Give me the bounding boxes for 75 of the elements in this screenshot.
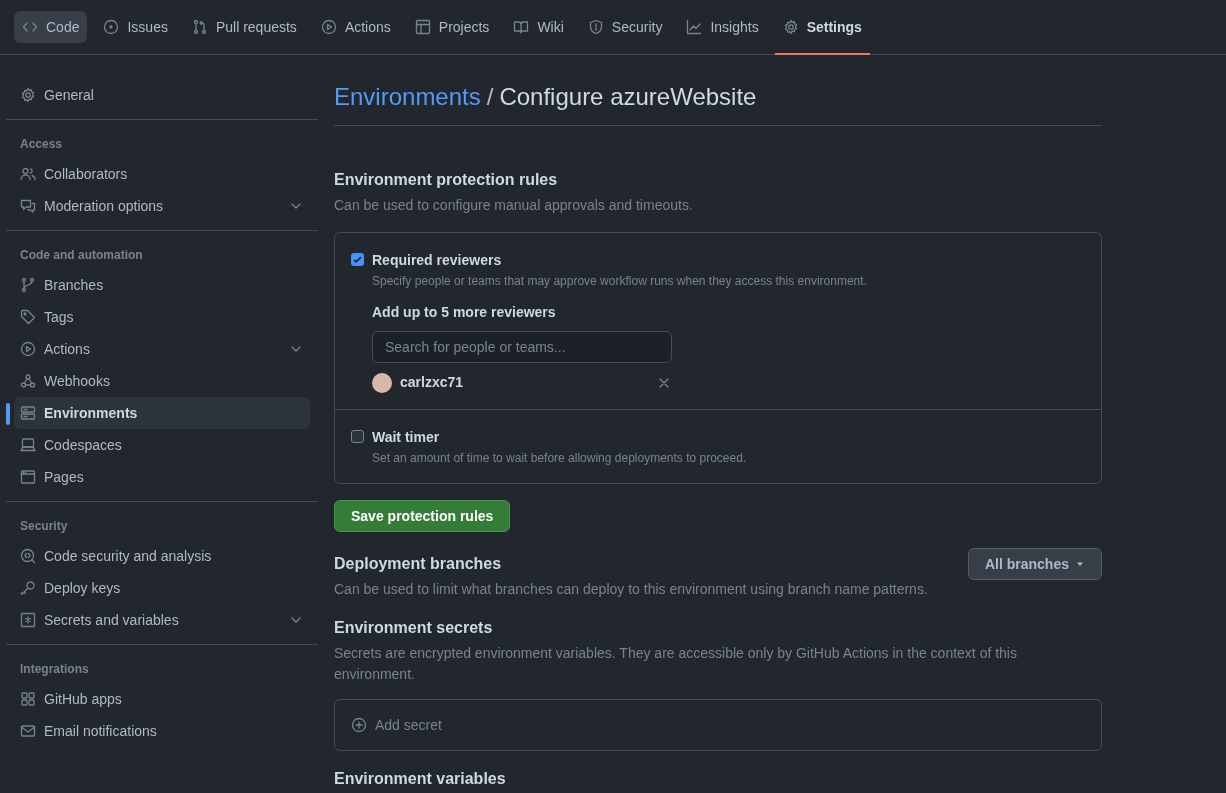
table-icon (414, 19, 431, 35)
shield-icon (587, 19, 604, 35)
section-description: Can be used to limit what branches can deploy to this environment using branch name patterns. (334, 580, 928, 599)
laptop-icon (20, 437, 36, 453)
circle-dot-icon (103, 19, 120, 35)
section-heading: Security (19, 518, 69, 535)
checkbox[interactable] (351, 253, 364, 266)
branches-dropdown[interactable]: All branches (967, 548, 1102, 580)
nav-tab[interactable]: Security (579, 11, 671, 43)
rule-description: Specify people or teams that may approve workflow runs when they access this environment. (372, 273, 868, 290)
sidebar-item[interactable]: Actions (14, 333, 310, 365)
sidebar-item[interactable]: General (14, 79, 310, 111)
search-field[interactable]: Search for people or teams... (372, 331, 672, 363)
sidebar-item[interactable]: GitHub apps (14, 683, 310, 715)
add-secret-button[interactable]: Add secret (334, 699, 1102, 751)
reviewer-name: carlzxc71 (400, 373, 465, 392)
sidebar-item[interactable]: Deploy keys (14, 572, 310, 604)
reviewers-heading: Add up to 5 more reviewers (372, 303, 557, 322)
breadcrumb-separator: / (486, 82, 494, 112)
branch-icon (20, 277, 36, 293)
breadcrumb-link[interactable]: Environments (334, 79, 481, 115)
section-heading: Integrations (19, 661, 90, 678)
sidebar-item[interactable]: Tags (14, 301, 310, 333)
mail-icon (20, 723, 36, 739)
webhook-icon (20, 373, 36, 389)
nav-tab[interactable]: Wiki (505, 11, 572, 43)
checkbox[interactable] (351, 430, 364, 443)
settings-icon (782, 19, 799, 35)
sidebar-item[interactable]: Collaborators (14, 158, 310, 190)
section-title: Environment secrets (334, 618, 494, 638)
sidebar-item[interactable]: Code security and analysis (14, 540, 310, 572)
nav-tab[interactable]: Code (14, 11, 88, 43)
save-button[interactable]: Save protection rules (334, 500, 511, 532)
nav-tab[interactable]: Insights (678, 11, 767, 43)
sidebar-item[interactable]: Moderation options (14, 190, 310, 222)
sidebar-item[interactable]: Codespaces (14, 429, 310, 461)
nav-tab[interactable]: Actions (312, 11, 399, 43)
section-title: Deployment branches (334, 554, 503, 574)
play-circle-icon (320, 19, 337, 35)
browser-window-icon (20, 469, 36, 485)
sidebar-item[interactable]: Environments (14, 397, 310, 429)
asterisk-square-icon (20, 612, 36, 628)
sidebar-item[interactable]: Pages (14, 461, 310, 493)
speech-bubbles-icon (20, 198, 36, 214)
code-scan-icon (20, 548, 36, 564)
section-heading: Access (19, 136, 64, 153)
avatar (372, 372, 392, 393)
nav-tab[interactable]: Settings (774, 11, 870, 43)
settings-icon (20, 87, 36, 103)
section-description: Can be used to configure manual approvals and timeouts. (334, 196, 694, 215)
section-title: Environment protection rules (334, 170, 559, 190)
section-heading: Code and automation (19, 247, 144, 264)
people-icon (20, 166, 36, 182)
apps-grid-icon (20, 691, 36, 707)
nav-tab[interactable]: Pull requests (183, 11, 305, 43)
sidebar-item[interactable]: Email notifications (14, 715, 310, 747)
nav-tab[interactable]: Projects (406, 11, 498, 43)
line-graph-icon (686, 19, 703, 35)
play-circle-icon (20, 341, 36, 357)
sidebar-item[interactable]: Branches (14, 269, 310, 301)
nav-tab[interactable]: Issues (95, 11, 176, 43)
page-title: Configure azureWebsite (499, 82, 757, 112)
plus-circle-icon (351, 717, 367, 733)
tag-icon (20, 309, 36, 325)
section-title: Environment variables (334, 769, 507, 789)
pull-request-icon (191, 19, 208, 35)
rule-label: Wait timer (372, 428, 441, 446)
book-icon (513, 19, 530, 35)
section-description: Secrets are encrypted environment variables. They are accessible only by GitHub Actions in the context of this environment. (334, 644, 1018, 684)
rule-label: Required reviewers (372, 251, 503, 269)
rule-description: Set an amount of time to wait before allowing deployments to proceed. (372, 450, 748, 467)
key-icon (20, 580, 36, 596)
server-icon (20, 405, 36, 421)
sidebar-item[interactable]: Webhooks (14, 365, 310, 397)
sidebar-item[interactable]: Secrets and variables (14, 604, 310, 636)
